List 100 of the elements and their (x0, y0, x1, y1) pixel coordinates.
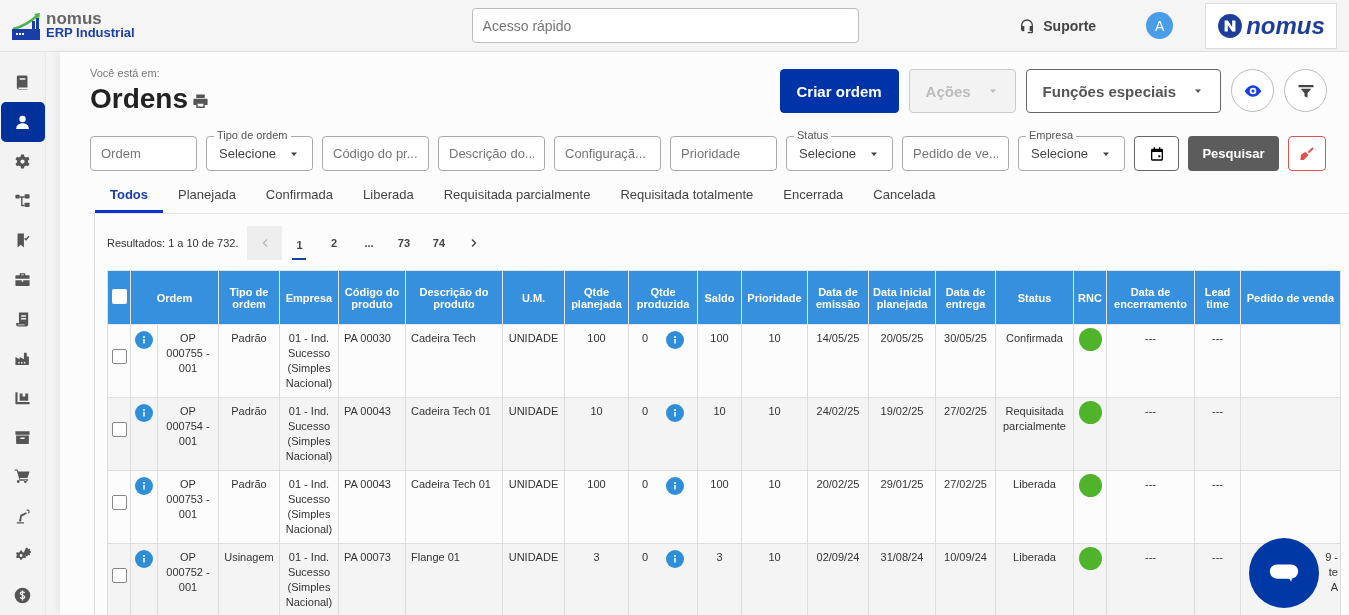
column-header: Empresa (279, 270, 339, 325)
table-cell: 14/05/25 (807, 324, 869, 398)
status-tab[interactable]: Encerrada (768, 179, 859, 213)
table-cell: 24/02/25 (807, 397, 869, 471)
table-cell: PA 00043 (338, 397, 406, 471)
status-tab[interactable]: Todos (95, 179, 164, 213)
visibility-button[interactable] (1231, 69, 1274, 112)
field-label: Status (794, 128, 832, 142)
table-cell: --- (1106, 543, 1195, 615)
table-cell: 30/05/25 (935, 324, 996, 398)
column-header: Lead time (1194, 270, 1241, 325)
quantity-text: 0 (641, 477, 649, 492)
filter-field[interactable]: Prioridade (670, 136, 777, 171)
clear-button[interactable] (1288, 136, 1326, 171)
support-link[interactable]: Suporte (1043, 17, 1097, 34)
cart-box-icon (14, 389, 31, 407)
table-cell: OP 000754 - 001 (157, 397, 219, 471)
column-header: Código do produto (338, 270, 406, 325)
info-button[interactable] (135, 550, 153, 568)
table-cell: Usinagem (218, 543, 280, 615)
field-label: Empresa (1026, 128, 1077, 142)
column-header: Ordem (130, 270, 219, 325)
table-cell: OP 000753 - 001 (157, 470, 219, 544)
table-cell: 01 - Ind. Sucesso (Simples Nacional) (279, 470, 339, 544)
info-button[interactable] (135, 477, 153, 495)
headset-icon (1019, 17, 1036, 34)
table-cell: Confirmada (995, 324, 1074, 398)
table-cell: UNIDADE (502, 543, 565, 615)
dropdown-button[interactable]: Funções especiais (1025, 69, 1221, 113)
quick-access-field[interactable]: Acesso rápido (471, 8, 860, 43)
quantity-text: 0 (641, 550, 649, 565)
sidebar-item[interactable] (0, 102, 45, 142)
table-cell: Flange 01 (405, 543, 503, 615)
table-cell: UNIDADE (502, 470, 565, 544)
select-all-checkbox[interactable] (111, 289, 127, 304)
factory-chart-logo-icon (12, 11, 42, 40)
sales-order-text: A (1329, 580, 1338, 595)
filter-button[interactable] (1284, 69, 1327, 112)
table-cell: 20/02/25 (807, 470, 869, 544)
info-button[interactable] (666, 477, 685, 495)
status-tab[interactable]: Confirmada (250, 179, 349, 213)
table-cell: PA 00073 (338, 543, 406, 615)
filter-field[interactable]: Descrição do... (438, 136, 545, 171)
calendar-button[interactable] (1134, 136, 1179, 171)
shopping-cart-icon (14, 468, 31, 486)
table-cell: --- (1106, 397, 1195, 471)
table-cell: Requisitada parcialmente (995, 397, 1074, 471)
table-cell: PA 00043 (338, 470, 406, 544)
info-button[interactable] (666, 331, 685, 349)
info-button[interactable] (135, 331, 153, 349)
row-checkbox[interactable] (111, 349, 127, 364)
filter-field[interactable]: Pedido de ve... (902, 136, 1009, 171)
status-tab[interactable]: Liberada (348, 179, 429, 213)
table-cell: UNIDADE (502, 324, 565, 398)
calendar-icon (1148, 145, 1165, 162)
page-button[interactable]: 73 (386, 226, 422, 260)
info-button[interactable] (666, 404, 685, 422)
create-order-button[interactable]: Criar ordem (779, 69, 899, 113)
table-cell: 10 (697, 397, 742, 471)
row-checkbox[interactable] (111, 422, 127, 437)
column-header: Prioridade (741, 270, 808, 325)
column-header: Tipo de ordem (218, 270, 280, 325)
filter-field[interactable]: Configuraçã... (554, 136, 661, 171)
status-tab[interactable]: Requisitada parcialmente (428, 179, 606, 213)
filter-field[interactable]: Ordem (90, 136, 197, 171)
page-button[interactable]: 2 (316, 226, 352, 260)
table-cell: Liberada (995, 470, 1074, 544)
dollar-coin-icon (14, 586, 31, 604)
column-header: Saldo (697, 270, 742, 325)
table-cell: 100 (697, 324, 742, 398)
status-tab[interactable]: Requisitada totalmente (605, 179, 769, 213)
status-tab[interactable]: Planejada (163, 179, 251, 213)
print-icon[interactable] (192, 93, 210, 110)
info-button[interactable] (666, 550, 685, 568)
table-cell: 100 (564, 324, 629, 398)
robot-arm-icon (14, 507, 31, 525)
table-cell: 10/09/24 (935, 543, 996, 615)
table-cell: 10 (741, 470, 808, 544)
row-checkbox[interactable] (111, 568, 127, 583)
page-button[interactable]: 74 (421, 226, 457, 260)
table-cell: 01 - Ind. Sucesso (Simples Nacional) (279, 324, 339, 398)
table-cell: OP 000752 - 001 (157, 543, 219, 615)
page-button[interactable]: 1 (292, 232, 307, 260)
column-header: Data de entrega (935, 270, 996, 325)
table-cell: 29/01/25 (868, 470, 936, 544)
search-button[interactable]: Pesquisar (1188, 136, 1279, 171)
info-button[interactable] (135, 404, 153, 422)
briefcase-icon (14, 271, 31, 289)
table-cell: 100 (564, 470, 629, 544)
breadcrumb-label: Você está em: (90, 67, 161, 79)
broom-icon (1299, 145, 1315, 162)
table-cell: --- (1194, 397, 1241, 471)
status-tab[interactable]: Cancelada (858, 179, 951, 213)
filter-field[interactable]: Código do pr... (322, 136, 429, 171)
table-cell: 31/08/24 (868, 543, 936, 615)
table-cell: 01 - Ind. Sucesso (Simples Nacional) (279, 397, 339, 471)
page-button[interactable]: ... (351, 226, 387, 260)
column-header: Qtde planejada (564, 270, 629, 325)
row-checkbox[interactable] (111, 495, 127, 510)
n-logo-icon (1217, 12, 1244, 39)
